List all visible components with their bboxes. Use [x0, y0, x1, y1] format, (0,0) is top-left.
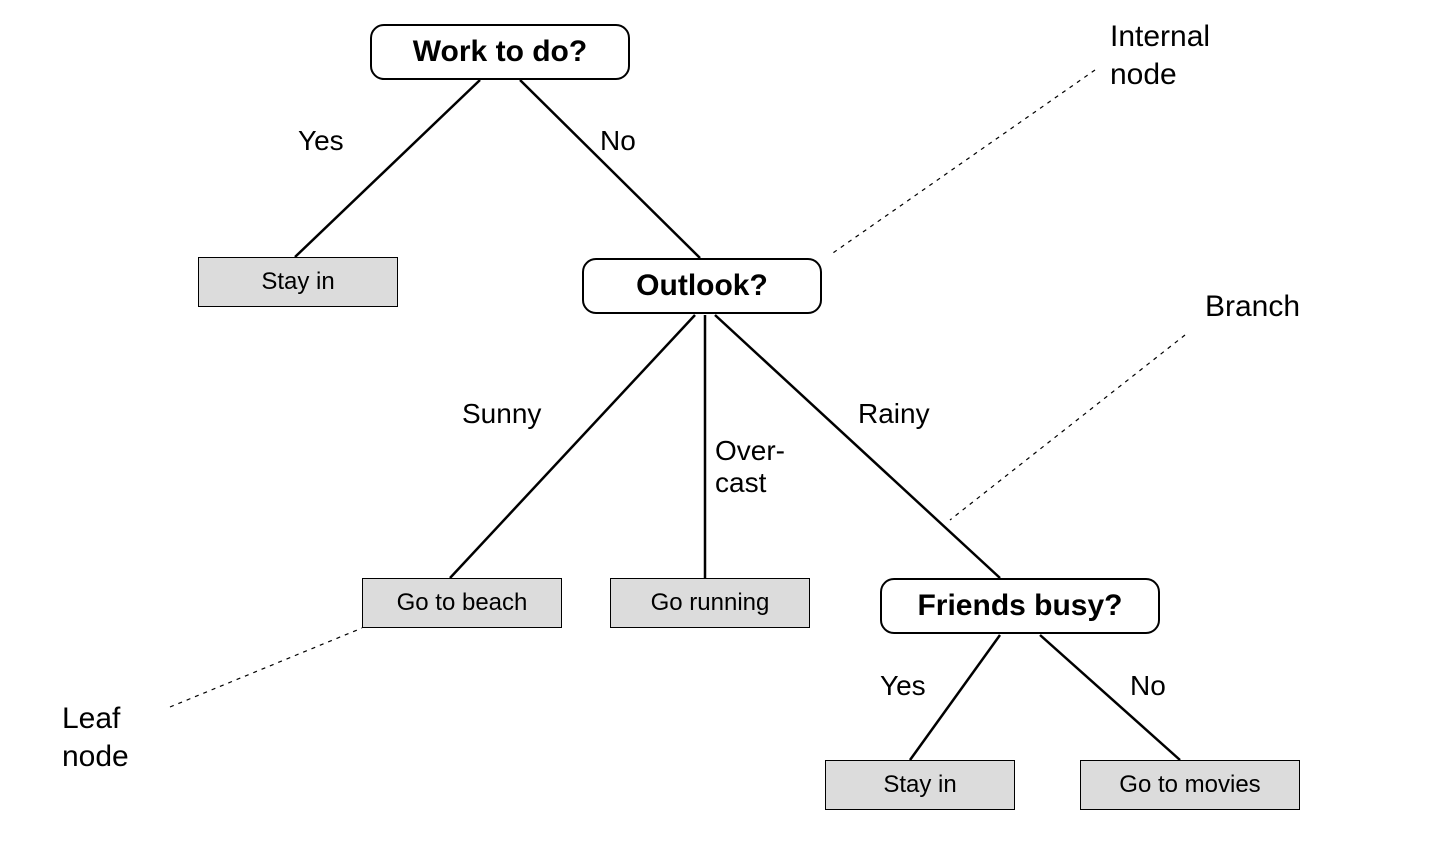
- node-work-to-do: Work to do?: [370, 24, 630, 80]
- leaf-label: Stay in: [883, 771, 956, 799]
- edge-label-no-1: No: [600, 125, 636, 157]
- edges-layer: [0, 0, 1455, 843]
- edge-label-sunny: Sunny: [462, 398, 541, 430]
- edge-label-rainy: Rainy: [858, 398, 930, 430]
- edge-label-no-2: No: [1130, 670, 1166, 702]
- annotation-leaf-node: Leaf node: [62, 700, 129, 775]
- annotation-branch: Branch: [1205, 288, 1300, 326]
- node-label: Outlook?: [636, 269, 768, 303]
- edge-label-yes-1: Yes: [298, 125, 344, 157]
- leaf-go-to-movies: Go to movies: [1080, 760, 1300, 810]
- node-outlook: Outlook?: [582, 258, 822, 314]
- edge-label-overcast: Over- cast: [715, 435, 785, 499]
- annotation-internal-node: Internal node: [1110, 18, 1210, 93]
- leaf-stay-in-2: Stay in: [825, 760, 1015, 810]
- leaf-label: Go to beach: [397, 589, 528, 617]
- leaf-label: Stay in: [261, 268, 334, 296]
- leaf-go-to-beach: Go to beach: [362, 578, 562, 628]
- leaf-go-running: Go running: [610, 578, 810, 628]
- node-label: Work to do?: [413, 35, 587, 69]
- node-friends-busy: Friends busy?: [880, 578, 1160, 634]
- leaf-label: Go to movies: [1119, 771, 1260, 799]
- edge-label-yes-2: Yes: [880, 670, 926, 702]
- decision-tree-diagram: Work to do? Outlook? Friends busy? Stay …: [0, 0, 1455, 843]
- leaf-stay-in-1: Stay in: [198, 257, 398, 307]
- node-label: Friends busy?: [917, 589, 1122, 623]
- leaf-label: Go running: [651, 589, 770, 617]
